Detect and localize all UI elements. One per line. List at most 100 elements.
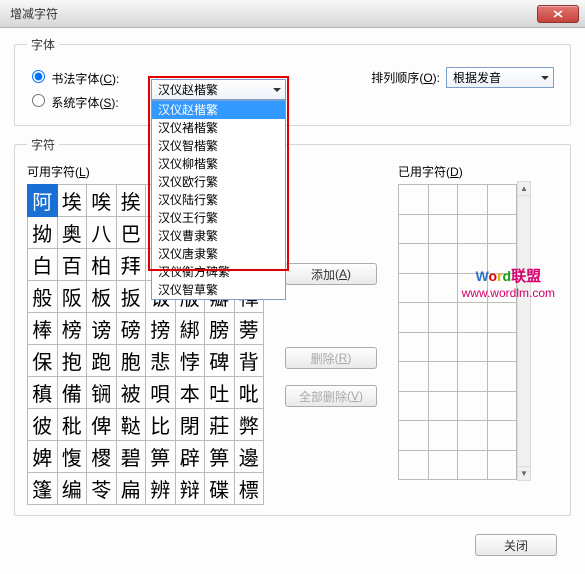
char-cell[interactable]: 吐 bbox=[205, 377, 235, 409]
used-cell[interactable] bbox=[487, 450, 517, 480]
char-cell[interactable]: 谤 bbox=[87, 313, 117, 345]
char-cell[interactable]: 埃 bbox=[57, 185, 87, 217]
used-char-grid[interactable] bbox=[398, 184, 517, 480]
char-cell[interactable]: 阿 bbox=[28, 185, 58, 217]
used-cell[interactable] bbox=[428, 391, 458, 421]
used-cell[interactable] bbox=[458, 303, 488, 333]
char-cell[interactable]: 備 bbox=[57, 377, 87, 409]
char-cell[interactable]: 抱 bbox=[57, 345, 87, 377]
font-option[interactable]: 汉仪衡方碑繁 bbox=[152, 263, 285, 281]
font-option[interactable]: 汉仪智楷繁 bbox=[152, 137, 285, 155]
used-cell[interactable] bbox=[487, 362, 517, 392]
char-cell[interactable]: 唄 bbox=[146, 377, 176, 409]
used-cell[interactable] bbox=[487, 303, 517, 333]
char-cell[interactable]: 秕 bbox=[57, 409, 87, 441]
used-cell[interactable] bbox=[428, 244, 458, 274]
used-cell[interactable] bbox=[399, 391, 429, 421]
char-cell[interactable]: 愎 bbox=[57, 441, 87, 473]
used-cell[interactable] bbox=[399, 421, 429, 451]
char-cell[interactable]: 跑 bbox=[87, 345, 117, 377]
used-cell[interactable] bbox=[399, 450, 429, 480]
used-cell[interactable] bbox=[428, 362, 458, 392]
char-cell[interactable]: 百 bbox=[57, 249, 87, 281]
char-cell[interactable]: 苓 bbox=[87, 473, 117, 505]
used-cell[interactable] bbox=[399, 214, 429, 244]
used-cell[interactable] bbox=[428, 214, 458, 244]
used-cell[interactable] bbox=[399, 185, 429, 215]
char-cell[interactable]: 俾 bbox=[87, 409, 117, 441]
used-cell[interactable] bbox=[458, 450, 488, 480]
char-cell[interactable]: 编 bbox=[57, 473, 87, 505]
char-cell[interactable]: 挨 bbox=[116, 185, 146, 217]
char-cell[interactable]: 被 bbox=[116, 377, 146, 409]
used-cell[interactable] bbox=[458, 421, 488, 451]
used-cell[interactable] bbox=[487, 421, 517, 451]
char-cell[interactable]: 本 bbox=[175, 377, 205, 409]
used-cell[interactable] bbox=[428, 303, 458, 333]
font-option[interactable]: 汉仪王行繁 bbox=[152, 209, 285, 227]
used-cell[interactable] bbox=[428, 185, 458, 215]
char-cell[interactable]: 膀 bbox=[205, 313, 235, 345]
used-cell[interactable] bbox=[487, 273, 517, 303]
char-cell[interactable]: 吡 bbox=[234, 377, 264, 409]
char-cell[interactable]: 保 bbox=[28, 345, 58, 377]
used-cell[interactable] bbox=[428, 421, 458, 451]
char-cell[interactable]: 扳 bbox=[116, 281, 146, 313]
used-scrollbar[interactable]: ▲ ▼ bbox=[517, 181, 531, 481]
font-option[interactable]: 汉仪赵楷繁 bbox=[152, 101, 285, 119]
char-cell[interactable]: 碟 bbox=[205, 473, 235, 505]
char-cell[interactable]: 辟 bbox=[175, 441, 205, 473]
used-cell[interactable] bbox=[487, 244, 517, 274]
char-cell[interactable]: 胞 bbox=[116, 345, 146, 377]
font-option[interactable]: 汉仪智草繁 bbox=[152, 281, 285, 299]
char-cell[interactable]: 鞑 bbox=[116, 409, 146, 441]
char-cell[interactable]: 棒 bbox=[28, 313, 58, 345]
char-cell[interactable]: 柏 bbox=[87, 249, 117, 281]
char-cell[interactable]: 篷 bbox=[28, 473, 58, 505]
add-button[interactable]: 添加(A) bbox=[285, 263, 377, 285]
used-cell[interactable] bbox=[458, 244, 488, 274]
char-cell[interactable]: 婢 bbox=[28, 441, 58, 473]
char-cell[interactable]: 板 bbox=[87, 281, 117, 313]
used-cell[interactable] bbox=[458, 214, 488, 244]
font-option[interactable]: 汉仪曹隶繁 bbox=[152, 227, 285, 245]
char-cell[interactable]: 蒡 bbox=[234, 313, 264, 345]
used-cell[interactable] bbox=[458, 185, 488, 215]
char-cell[interactable]: 背 bbox=[234, 345, 264, 377]
char-cell[interactable]: 標 bbox=[234, 473, 264, 505]
used-cell[interactable] bbox=[487, 214, 517, 244]
char-cell[interactable]: 奥 bbox=[57, 217, 87, 249]
font-option[interactable]: 汉仪陆行繁 bbox=[152, 191, 285, 209]
font-combo[interactable]: 汉仪赵楷繁 bbox=[151, 79, 286, 100]
font-dropdown-list[interactable]: 汉仪赵楷繁汉仪褚楷繁汉仪智楷繁汉仪柳楷繁汉仪欧行繁汉仪陆行繁汉仪王行繁汉仪曹隶繁… bbox=[151, 100, 286, 300]
char-cell[interactable]: 搒 bbox=[146, 313, 176, 345]
radio-calligraphy[interactable]: 书法字体(C): bbox=[27, 67, 137, 87]
used-cell[interactable] bbox=[399, 332, 429, 362]
radio-system-input[interactable] bbox=[32, 94, 45, 107]
font-option[interactable]: 汉仪褚楷繁 bbox=[152, 119, 285, 137]
used-cell[interactable] bbox=[487, 332, 517, 362]
used-cell[interactable] bbox=[399, 273, 429, 303]
remove-button[interactable]: 删除(R) bbox=[285, 347, 377, 369]
char-cell[interactable]: 彼 bbox=[28, 409, 58, 441]
char-cell[interactable]: 辩 bbox=[175, 473, 205, 505]
char-cell[interactable]: 邊 bbox=[234, 441, 264, 473]
used-cell[interactable] bbox=[399, 244, 429, 274]
char-cell[interactable]: 榜 bbox=[57, 313, 87, 345]
radio-calligraphy-input[interactable] bbox=[32, 70, 45, 83]
char-cell[interactable]: 綁 bbox=[175, 313, 205, 345]
used-cell[interactable] bbox=[399, 303, 429, 333]
char-cell[interactable]: 比 bbox=[146, 409, 176, 441]
char-cell[interactable]: 唉 bbox=[87, 185, 117, 217]
char-cell[interactable]: 箅 bbox=[146, 441, 176, 473]
char-cell[interactable]: 辨 bbox=[146, 473, 176, 505]
used-cell[interactable] bbox=[458, 273, 488, 303]
used-cell[interactable] bbox=[487, 391, 517, 421]
char-cell[interactable]: 悲 bbox=[146, 345, 176, 377]
char-cell[interactable]: 碧 bbox=[116, 441, 146, 473]
used-cell[interactable] bbox=[428, 332, 458, 362]
char-cell[interactable]: 八 bbox=[87, 217, 117, 249]
char-cell[interactable]: 磅 bbox=[116, 313, 146, 345]
used-cell[interactable] bbox=[428, 450, 458, 480]
font-option[interactable]: 汉仪柳楷繁 bbox=[152, 155, 285, 173]
